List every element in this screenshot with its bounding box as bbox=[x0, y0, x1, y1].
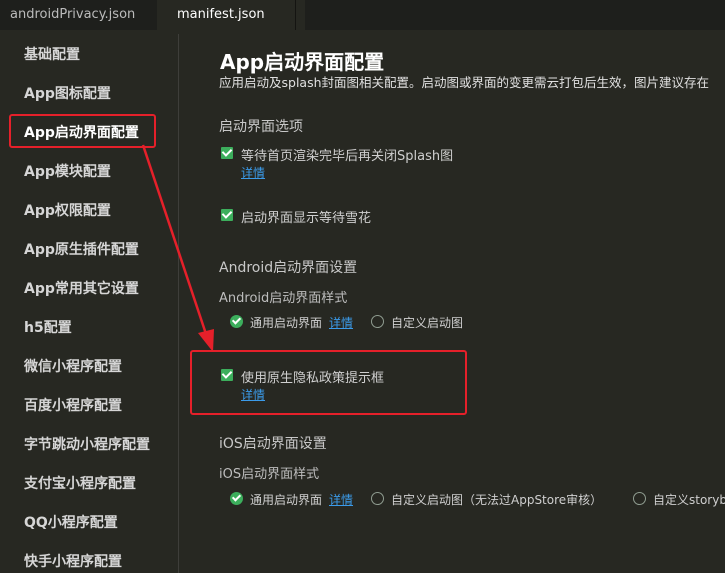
sidebar-item-h5[interactable]: h5配置 bbox=[24, 317, 72, 337]
wait-first-page-checkbox[interactable] bbox=[221, 147, 233, 159]
wait-first-page-details-link[interactable]: 详情 bbox=[241, 164, 265, 181]
ios-common-splash-details-link[interactable]: 详情 bbox=[329, 491, 353, 508]
ios-splash-style-label: iOS启动界面样式 bbox=[219, 467, 320, 482]
sidebar-divider bbox=[178, 34, 179, 573]
android-common-splash-details-link[interactable]: 详情 bbox=[329, 314, 353, 331]
highlight-box-sidebar bbox=[9, 114, 156, 148]
sidebar-item-qq[interactable]: QQ小程序配置 bbox=[24, 512, 118, 532]
arrow-head bbox=[198, 329, 214, 352]
sidebar-item-basic[interactable]: 基础配置 bbox=[24, 44, 80, 64]
tab-android-privacy-json[interactable]: androidPrivacy.json bbox=[0, 0, 156, 30]
sidebar-item-app-icon[interactable]: App图标配置 bbox=[24, 83, 111, 103]
show-snowflake-label: 启动界面显示等待雪花 bbox=[241, 211, 372, 226]
ios-common-splash-label: 通用启动界面 bbox=[250, 493, 323, 507]
page-description: 应用启动及splash封面图相关配置。启动图或界面的变更需云打包后生效，图片建议… bbox=[219, 75, 710, 90]
sidebar-item-weixin[interactable]: 微信小程序配置 bbox=[24, 356, 122, 376]
ios-custom-splash-radio[interactable] bbox=[371, 492, 384, 505]
ios-splash-heading: iOS启动界面设置 bbox=[219, 436, 327, 452]
android-common-splash-label: 通用启动界面 bbox=[250, 316, 323, 330]
sidebar-item-app-native-plugins[interactable]: App原生插件配置 bbox=[24, 239, 139, 259]
sidebar-item-kuaishou[interactable]: 快手小程序配置 bbox=[24, 551, 122, 571]
page-title: App启动界面配置 bbox=[220, 50, 385, 74]
tab-manifest-json[interactable]: manifest.json bbox=[157, 0, 305, 30]
startup-options-heading: 启动界面选项 bbox=[219, 119, 303, 135]
sidebar-item-toutiao[interactable]: 字节跳动小程序配置 bbox=[24, 434, 150, 454]
android-splash-style-label: Android启动界面样式 bbox=[219, 291, 348, 306]
highlight-box-privacy bbox=[190, 350, 467, 415]
android-custom-splash-radio[interactable] bbox=[371, 315, 384, 328]
show-snowflake-checkbox[interactable] bbox=[221, 209, 233, 221]
android-common-splash-radio[interactable] bbox=[230, 315, 243, 328]
tab-separator bbox=[295, 0, 296, 30]
settings-sidebar: 基础配置 App图标配置 App启动界面配置 App模块配置 App权限配置 A… bbox=[0, 30, 180, 573]
sidebar-item-alipay[interactable]: 支付宝小程序配置 bbox=[24, 473, 136, 493]
android-splash-heading: Android启动界面设置 bbox=[219, 260, 358, 276]
sidebar-item-app-permissions[interactable]: App权限配置 bbox=[24, 200, 111, 220]
ios-custom-splash-label: 自定义启动图（无法过AppStore审核） bbox=[391, 493, 603, 507]
android-custom-splash-label: 自定义启动图 bbox=[391, 316, 464, 330]
sidebar-item-app-modules[interactable]: App模块配置 bbox=[24, 161, 111, 181]
wait-first-page-label: 等待首页渲染完毕后再关闭Splash图 bbox=[241, 149, 454, 164]
editor-tab-bar: androidPrivacy.json manifest.json bbox=[0, 0, 725, 30]
sidebar-item-baidu[interactable]: 百度小程序配置 bbox=[24, 395, 122, 415]
ios-storyboard-radio[interactable] bbox=[633, 492, 646, 505]
ios-storyboard-label: 自定义storyb bbox=[653, 493, 725, 507]
sidebar-item-app-other[interactable]: App常用其它设置 bbox=[24, 278, 139, 298]
ios-common-splash-radio[interactable] bbox=[230, 492, 243, 505]
